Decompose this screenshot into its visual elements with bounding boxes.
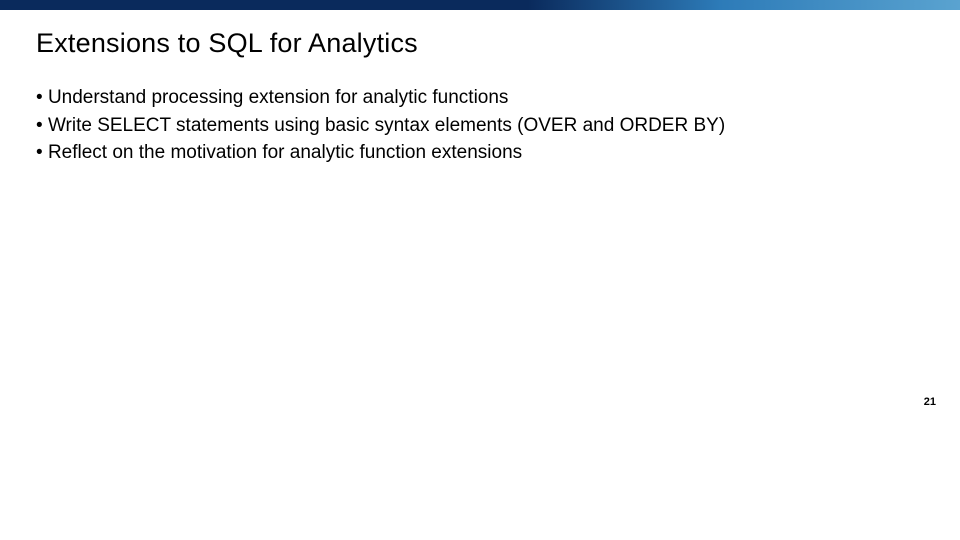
list-item: Write SELECT statements using basic synt…	[36, 113, 924, 139]
list-item: Understand processing extension for anal…	[36, 85, 924, 111]
slide-content: Extensions to SQL for Analytics Understa…	[0, 10, 960, 166]
header-accent-bar	[0, 0, 960, 10]
page-number: 21	[924, 396, 936, 408]
slide-title: Extensions to SQL for Analytics	[36, 28, 924, 59]
list-item: Reflect on the motivation for analytic f…	[36, 140, 924, 166]
bullet-list: Understand processing extension for anal…	[36, 85, 924, 166]
